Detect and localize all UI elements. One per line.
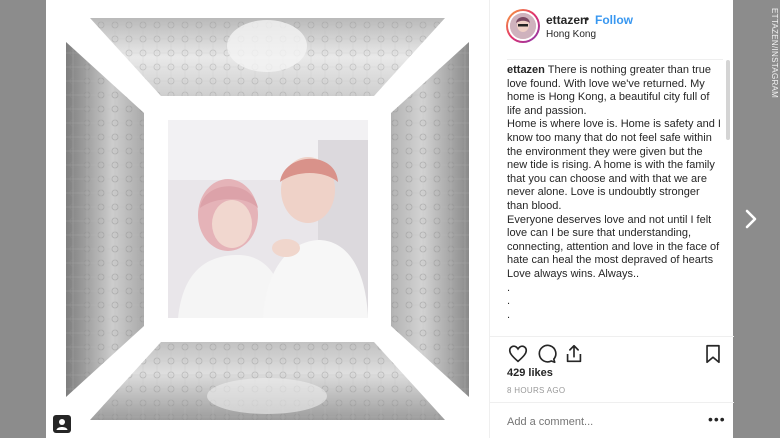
location-link[interactable]: Hong Kong [546,29,596,40]
caption-username[interactable]: ettazen [507,64,545,76]
couple-photo [168,120,368,318]
user-tag-icon[interactable] [53,415,71,433]
separator-dot: • [585,12,590,26]
follow-button[interactable]: Follow [595,13,633,27]
more-options-icon[interactable]: ••• [708,411,726,427]
heart-icon[interactable] [507,343,529,365]
post-card: ettazen • Follow Hong Kong ettazen There… [46,0,734,438]
comment-icon[interactable] [535,343,557,365]
post-timestamp: 8 HOURS AGO [507,386,566,395]
caption-line: . [507,295,511,308]
watermark: ETTAZEN/INSTAGRAM [770,8,779,99]
photo-collage [66,18,469,420]
share-icon[interactable] [563,343,585,365]
caption-line: Home is where love is. Home is safety an… [507,118,721,212]
bookmark-icon[interactable] [702,343,724,365]
post-sidebar: ettazen • Follow Hong Kong ettazen There… [489,0,734,438]
avatar[interactable] [506,9,540,43]
caption-text: ettazen There is nothing greater than tr… [507,60,723,322]
next-arrow-icon[interactable] [741,207,761,231]
comment-input[interactable] [507,416,687,428]
couple-photo-art [168,120,368,318]
backdrop-left [0,0,46,438]
caption-line: Love always wins. Always.. [507,267,640,280]
caption-container[interactable]: ettazen There is nothing greater than tr… [507,59,723,332]
post-photo[interactable] [46,0,489,438]
avatar-image [510,13,536,39]
caption-line: Everyone deserves love and not until I f… [507,213,720,267]
comment-section: ••• [490,402,734,438]
username-link[interactable]: ettazen [546,13,587,27]
caption-line: . [507,308,511,321]
caption-line: . [507,281,511,294]
caption-scrollbar[interactable] [726,60,730,140]
likes-count[interactable]: 429 likes [507,367,553,379]
post-header: ettazen • Follow Hong Kong [490,0,734,50]
action-bar [490,336,734,366]
